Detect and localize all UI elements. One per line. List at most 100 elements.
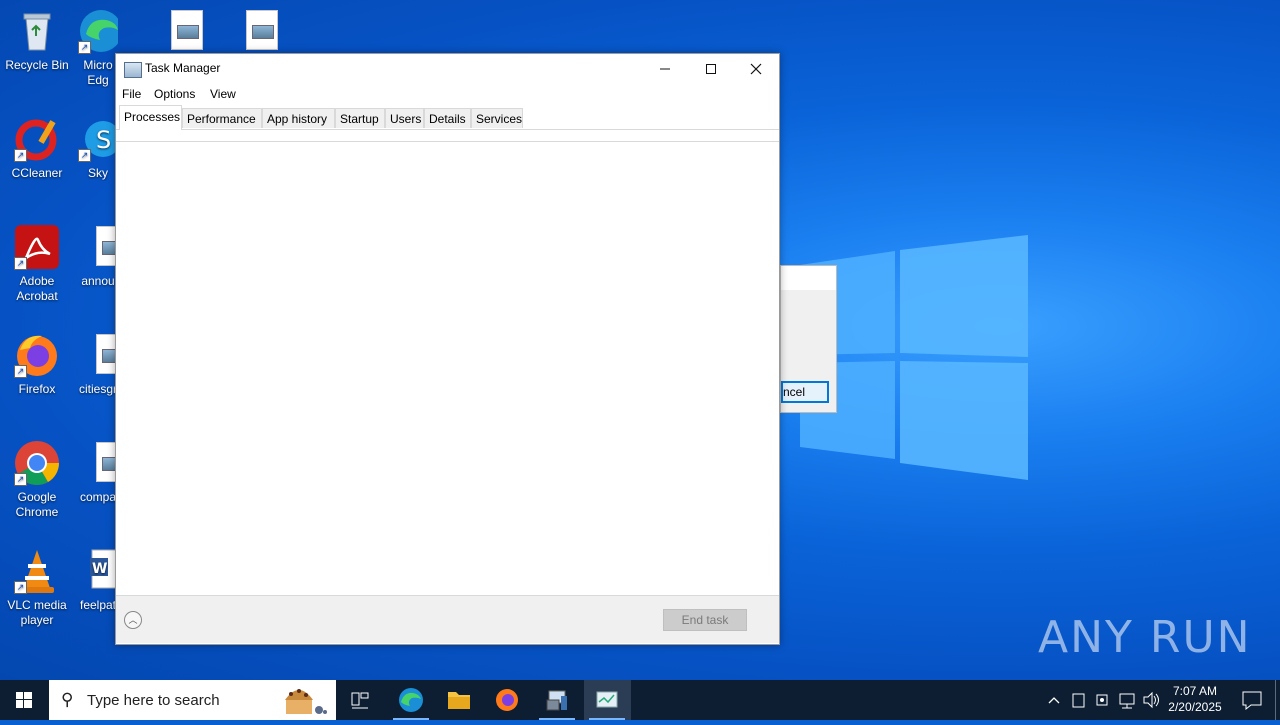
desktop-icon-label: annou — [81, 274, 115, 288]
shortcut-arrow-icon: ↗ — [14, 473, 27, 486]
task-manager-icon — [596, 691, 618, 708]
desktop-icon-feelpat[interactable]: W feelpat — [78, 548, 118, 613]
menu-view[interactable]: View — [210, 87, 236, 101]
vlc-icon: ↗ — [14, 548, 60, 594]
desktop-icon-edge[interactable]: ↗ Micro Edg — [78, 8, 118, 88]
task-view-button[interactable] — [340, 680, 380, 720]
tab-services[interactable]: Services — [471, 108, 523, 128]
desktop-icon-citiesgr[interactable]: citiesgr — [78, 332, 118, 397]
task-view-icon — [351, 692, 369, 709]
start-button[interactable] — [0, 680, 48, 720]
meet-now-icon — [1096, 694, 1108, 706]
desktop-file-thumbnail[interactable] — [171, 10, 203, 50]
desktop-icon-label: Firefox — [18, 382, 56, 396]
close-button[interactable] — [733, 54, 779, 84]
menu-bar: File Options View — [116, 85, 779, 103]
taskbar-app[interactable] — [534, 680, 580, 720]
tab-details[interactable]: Details — [424, 108, 471, 128]
windows-start-icon — [16, 692, 32, 708]
desktop-icon-label: Google Chrome — [15, 490, 59, 519]
acrobat-icon: ↗ — [14, 224, 60, 270]
desktop-icon-compa[interactable]: compa — [78, 440, 118, 505]
desktop-file-thumbnail[interactable] — [246, 10, 278, 50]
desktop-icon-adobe-acrobat[interactable]: ↗ Adobe Acrobat — [0, 224, 74, 304]
tablet-icon — [1072, 693, 1085, 708]
window-title: Task Manager — [145, 61, 221, 75]
shortcut-arrow-icon: ↗ — [14, 581, 27, 594]
notification-icon — [1242, 691, 1262, 711]
tab-processes[interactable]: Processes — [119, 105, 182, 130]
desktop-icon-firefox[interactable]: ↗ Firefox — [0, 332, 74, 397]
desktop-icon-skype[interactable]: S ↗ Sky — [78, 116, 118, 181]
firefox-icon: ↗ — [14, 332, 60, 378]
background-dialog: ncel — [780, 265, 837, 413]
tray-item[interactable] — [1092, 680, 1114, 720]
desktop-icon-label: Sky — [87, 166, 108, 180]
shortcut-arrow-icon: ↗ — [14, 149, 27, 162]
folder-icon — [448, 692, 470, 709]
shortcut-arrow-icon: ↗ — [14, 257, 27, 270]
volume-control[interactable] — [1140, 680, 1162, 720]
recycle-bin-icon — [14, 8, 60, 54]
desktop-icon-label: feelpat — [79, 598, 117, 612]
desktop-icon-label: Micro Edg — [83, 58, 113, 87]
edge-icon: ↗ — [78, 8, 118, 54]
show-desktop-button[interactable] — [1275, 680, 1280, 720]
close-icon — [750, 63, 762, 75]
taskbar-firefox[interactable] — [484, 680, 530, 720]
task-manager-icon — [124, 62, 142, 78]
title-bar[interactable]: Task Manager — [116, 54, 779, 84]
clock-time: 7:07 AM — [1172, 684, 1218, 698]
taskbar: ⚲ Type here to search 7:07 AM 2/20/2025 — [0, 680, 1280, 720]
anyrun-watermark: ANY RUN — [1038, 612, 1252, 663]
process-list[interactable] — [116, 142, 779, 595]
skype-icon: S ↗ — [78, 116, 118, 162]
taskbar-edge[interactable] — [388, 680, 434, 720]
desktop-icon-annou[interactable]: annou — [78, 224, 118, 289]
end-task-button[interactable]: End task — [663, 609, 747, 631]
desktop-icon-recycle-bin[interactable]: Recycle Bin — [0, 8, 74, 73]
edge-icon — [399, 688, 423, 712]
svg-text:S: S — [96, 126, 111, 154]
taskbar-file-explorer[interactable] — [436, 680, 482, 720]
svg-text:W: W — [92, 561, 107, 577]
tab-app-history[interactable]: App history — [262, 108, 335, 128]
taskbar-task-manager[interactable] — [584, 680, 631, 720]
dialog-title-strip — [781, 266, 836, 290]
tab-strip: Processes Performance App history Startu… — [116, 105, 779, 130]
minimize-button[interactable] — [642, 54, 688, 84]
tab-users[interactable]: Users — [385, 108, 424, 128]
network-icon — [1119, 693, 1135, 709]
shortcut-arrow-icon: ↗ — [78, 41, 91, 54]
setup-app-icon — [546, 690, 567, 711]
cancel-button[interactable]: ncel — [781, 381, 829, 403]
chevron-up-icon — [1048, 697, 1060, 704]
firefox-icon — [496, 689, 518, 711]
network-status[interactable] — [1116, 680, 1138, 720]
desktop-icon-vlc[interactable]: ↗ VLC media player — [0, 548, 74, 628]
menu-file[interactable]: File — [122, 87, 141, 101]
clock[interactable]: 7:07 AM 2/20/2025 — [1164, 684, 1226, 714]
ccleaner-icon: ↗ — [14, 116, 60, 162]
desktop-icon-label: Adobe Acrobat — [16, 274, 58, 303]
desktop-icon-label: compa — [79, 490, 117, 504]
chrome-icon: ↗ — [14, 440, 60, 486]
search-placeholder: Type here to search — [87, 692, 220, 709]
menu-options[interactable]: Options — [154, 87, 195, 101]
maximize-button[interactable] — [688, 54, 734, 84]
image-file-icon — [78, 332, 118, 378]
maximize-icon — [706, 64, 716, 74]
desktop-icon-label: VLC media player — [7, 598, 67, 627]
show-hidden-icons-button[interactable] — [1044, 680, 1064, 720]
tab-startup[interactable]: Startup — [335, 108, 385, 128]
tab-performance[interactable]: Performance — [182, 108, 262, 128]
desktop-icon-ccleaner[interactable]: ↗ CCleaner — [0, 116, 74, 181]
search-highlight-muffin-icon — [285, 689, 327, 714]
action-center-button[interactable] — [1232, 680, 1272, 720]
task-manager-window: Task Manager File Options View Processes… — [115, 53, 780, 645]
taskbar-search-box[interactable]: ⚲ Type here to search — [49, 680, 336, 720]
tray-item[interactable] — [1068, 680, 1090, 720]
fewer-details-chevron-up-icon[interactable]: ︿ — [124, 611, 142, 629]
desktop-icon-google-chrome[interactable]: ↗ Google Chrome — [0, 440, 74, 520]
image-file-icon — [78, 440, 118, 486]
